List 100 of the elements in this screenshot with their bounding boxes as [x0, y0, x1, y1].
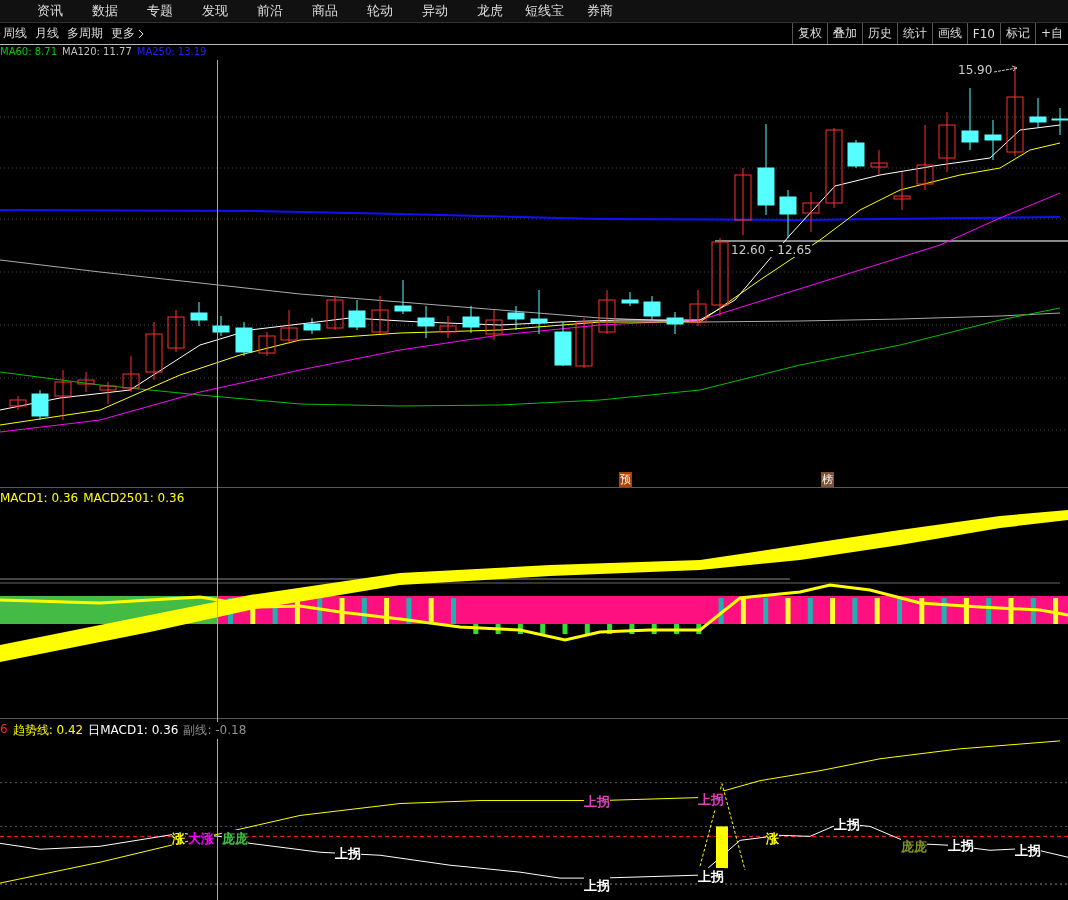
signal-label: 大涨 — [188, 830, 214, 848]
candlestick — [326, 295, 344, 331]
histogram-bar — [763, 598, 769, 624]
candlestick — [802, 191, 820, 233]
candlestick — [779, 189, 797, 239]
candlestick — [462, 305, 480, 334]
histogram-bar — [852, 598, 858, 624]
candlestick — [417, 305, 435, 339]
signal-label: 上拐 — [584, 877, 610, 895]
indicator-value: 日MACD1: 0.36 — [88, 722, 179, 739]
histogram-bar — [629, 624, 635, 634]
indicator-value: 6 — [0, 722, 8, 738]
histogram-bar — [361, 598, 367, 624]
menu-item[interactable]: 异动 — [407, 2, 462, 20]
menu-item[interactable]: 发现 — [187, 2, 242, 20]
period-tab[interactable]: 月线 — [35, 25, 59, 42]
candlestick — [893, 171, 911, 211]
candlestick — [167, 309, 185, 353]
indicator-value: MA60: 8.71 — [0, 46, 57, 57]
indicator-value: MACD1: 0.36 — [0, 491, 79, 505]
candlestick — [54, 369, 72, 421]
candlestick — [190, 301, 208, 327]
histogram-bar — [1053, 598, 1059, 624]
menu-item[interactable]: 数据 — [77, 2, 132, 20]
candlestick — [961, 87, 979, 151]
signal-label: 上拐 — [834, 816, 860, 834]
histogram-bar — [1008, 598, 1014, 624]
menu-item[interactable]: 资讯 — [22, 2, 77, 20]
histogram-bar — [317, 598, 323, 624]
period-tab[interactable]: 周线 — [3, 25, 27, 42]
histogram-bar — [1030, 598, 1036, 624]
indicator-value: MACD2501: 0.36 — [83, 491, 185, 505]
histogram-bar — [718, 598, 724, 624]
histogram-bar — [986, 598, 992, 624]
signal-label: 涨 — [172, 830, 185, 848]
candlestick — [1051, 107, 1068, 136]
histogram-bar — [785, 598, 791, 624]
indicator-value: 趋势线: 0.42 — [12, 722, 84, 739]
candlestick — [643, 295, 661, 321]
candlestick — [99, 381, 117, 405]
signal-label: 上拐 — [698, 791, 724, 809]
histogram-bar — [807, 598, 813, 624]
event-marker[interactable]: 预 — [619, 472, 632, 487]
histogram-bar — [874, 598, 880, 624]
signal-label: 上拐 — [698, 868, 724, 886]
candlestick — [847, 139, 865, 169]
candlestick — [1029, 97, 1047, 129]
signal-label: 上拐 — [948, 837, 974, 855]
signal-label: 上拐 — [584, 793, 610, 811]
histogram-bar — [495, 624, 501, 634]
candlestick — [212, 315, 230, 337]
candlestick — [235, 321, 253, 357]
candlestick — [77, 371, 95, 393]
signal-label: 上拐 — [335, 845, 361, 863]
histogram-bar — [941, 598, 947, 624]
candlestick — [507, 305, 525, 331]
candlestick — [734, 167, 752, 236]
candlestick — [9, 395, 27, 411]
menu-item[interactable]: 龙虎 — [462, 2, 517, 20]
menu-item[interactable]: 专题 — [132, 2, 187, 20]
event-marker[interactable]: 榜 — [821, 472, 834, 487]
candlestick — [485, 309, 503, 341]
histogram-bar — [963, 598, 969, 624]
histogram-bar — [651, 624, 657, 634]
histogram-bar — [384, 598, 390, 624]
menu-item[interactable]: 商品 — [297, 2, 352, 20]
candlestick — [280, 309, 298, 345]
menu-item[interactable]: 前沿 — [242, 2, 297, 20]
candlestick — [870, 149, 888, 176]
indicator-value: 副线: -0.18 — [183, 722, 247, 739]
candlestick — [689, 289, 707, 327]
period-tab[interactable]: 更多 — [111, 25, 144, 42]
histogram-bar — [540, 624, 546, 634]
menu-item[interactable]: 券商 — [572, 2, 627, 20]
candlestick — [258, 331, 276, 357]
histogram-bar — [562, 624, 568, 634]
candlestick — [439, 315, 457, 339]
menu-item[interactable]: 轮动 — [352, 2, 407, 20]
candlestick — [31, 389, 49, 421]
signal-label: 涨 — [766, 830, 779, 848]
histogram-bar — [607, 624, 613, 634]
candlestick — [122, 355, 140, 393]
menu-item[interactable]: 短线宝 — [517, 2, 572, 20]
candlestick — [598, 289, 616, 335]
period-tab[interactable]: 多周期 — [67, 25, 103, 42]
candlestick — [145, 321, 163, 381]
indicator-value: MA250: 13.19 — [136, 46, 207, 57]
signal-label: 庞庞 — [901, 838, 927, 856]
price-range-label: 12.60 - 12.65 — [731, 243, 812, 257]
histogram-bar — [473, 624, 479, 634]
histogram-bar — [830, 598, 836, 624]
candlestick — [348, 299, 366, 331]
histogram-bar — [517, 624, 523, 634]
histogram-bar — [584, 624, 590, 634]
candlestick — [530, 289, 548, 335]
chevron-right-icon — [138, 28, 144, 39]
high-price-label: 15.90 — [958, 63, 993, 77]
histogram-bar — [897, 598, 902, 624]
candlestick — [394, 279, 412, 315]
candlestick — [575, 317, 593, 369]
